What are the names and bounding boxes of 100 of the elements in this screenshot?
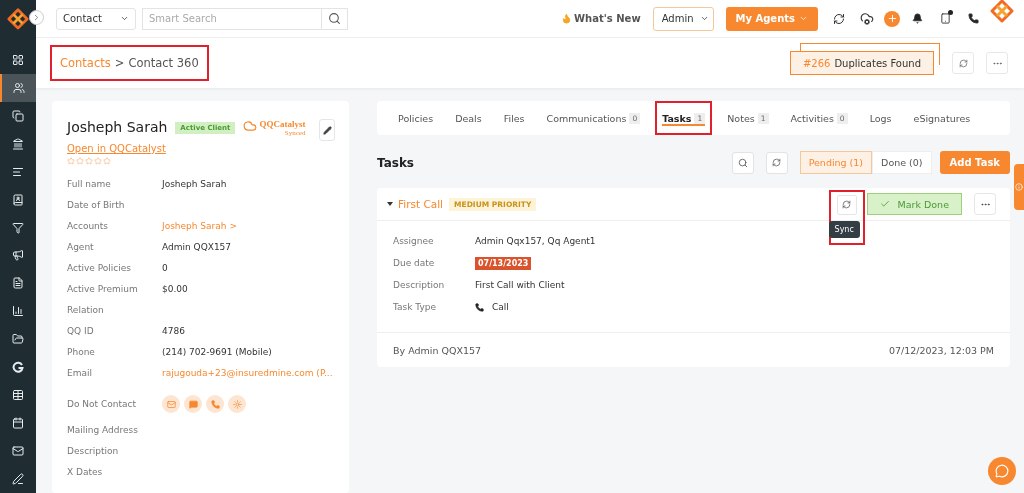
- tab[interactable]: Files: [496, 101, 532, 135]
- sync-brand: QQCatalyst: [259, 119, 306, 129]
- chat-icon: [995, 464, 1009, 478]
- caret-icon[interactable]: [387, 201, 393, 207]
- field-label: Email: [67, 367, 93, 378]
- document-icon: [12, 277, 24, 290]
- field-value: $0.00: [162, 283, 188, 294]
- pen-icon: [12, 473, 24, 485]
- filter-toggle[interactable]: Done (0): [872, 151, 932, 174]
- megaphone-icon: [12, 249, 24, 262]
- phone-icon: [210, 399, 220, 409]
- field-label: Accounts: [67, 220, 110, 231]
- contact-name: Josheph Sarah: [67, 119, 168, 135]
- search-icon: [328, 12, 341, 25]
- current-page: Contact 360: [128, 56, 199, 70]
- detail-value: Call: [492, 302, 509, 312]
- mail-icon: [12, 445, 24, 458]
- folder-icon: [12, 333, 24, 346]
- field-value: 4786: [162, 325, 185, 336]
- calendar-icon: [12, 417, 24, 430]
- tooltip: Sync: [828, 220, 860, 238]
- add-button[interactable]: [884, 10, 900, 27]
- due-date-tag: 07/13/2023: [475, 256, 532, 270]
- field-value: (214) 702-9691 (Mobile): [162, 346, 272, 357]
- pencil-icon: [322, 125, 332, 135]
- chevron-right-icon: [32, 13, 41, 22]
- search-button[interactable]: [322, 7, 348, 30]
- bell-icon[interactable]: [911, 13, 923, 24]
- phone-button[interactable]: [206, 395, 224, 413]
- detail-value: Admin Qqx157, Qq Agent1: [475, 236, 596, 246]
- device-icon[interactable]: [939, 13, 951, 24]
- info-icon: [1015, 183, 1023, 191]
- tab[interactable]: Deals: [448, 101, 489, 135]
- edit-button[interactable]: [319, 119, 335, 141]
- detail-label: Assignee: [393, 236, 435, 246]
- star-icon[interactable]: [85, 157, 93, 165]
- message-button[interactable]: [184, 395, 202, 413]
- chevron-down-icon: [120, 14, 129, 23]
- refresh-icon: [772, 158, 782, 167]
- sync-button[interactable]: [836, 194, 857, 215]
- cloud-icon: [243, 119, 258, 133]
- detail-value: First Call with Client: [475, 280, 565, 290]
- g-letter-icon: [12, 361, 24, 374]
- field-label: Description: [67, 445, 120, 456]
- detail-label: Due date: [393, 258, 436, 268]
- phone-icon[interactable]: [967, 13, 979, 24]
- sidebar-item[interactable]: [0, 73, 36, 102]
- chat-button[interactable]: [988, 457, 1016, 485]
- star-icon[interactable]: [103, 157, 111, 165]
- star-icon[interactable]: [67, 157, 75, 165]
- phone-icon: [475, 302, 484, 312]
- refresh-icon: [842, 200, 852, 209]
- field-label: Active Premium: [67, 283, 139, 294]
- field-label: X Dates: [67, 466, 104, 477]
- refresh-icon: [958, 58, 968, 68]
- whats-new-link[interactable]: What's New: [561, 13, 641, 24]
- notification-dot: [948, 9, 953, 15]
- breadcrumb-separator: >: [114, 56, 125, 70]
- field-label: Phone: [67, 346, 96, 357]
- field-label: Date of Birth: [67, 199, 126, 210]
- star-icon[interactable]: [76, 157, 84, 165]
- role-select[interactable]: Admin: [652, 6, 714, 31]
- field-label: Full name: [67, 178, 112, 189]
- refresh-button[interactable]: [765, 151, 788, 174]
- duplicates-button[interactable]: #266 Duplicates Found: [789, 51, 934, 75]
- tab[interactable]: Logs: [862, 101, 899, 135]
- detail-label: Description: [393, 280, 446, 290]
- author-text: By Admin QQX157: [393, 344, 482, 356]
- field-label: Mailing Address: [67, 424, 139, 435]
- contact-book-icon: [12, 193, 24, 206]
- plus-icon: [886, 13, 898, 24]
- list-icon: [12, 165, 24, 178]
- dashboard-icon: [12, 53, 24, 66]
- module-select[interactable]: Contact: [56, 7, 136, 30]
- table-icon: [12, 389, 24, 402]
- field-value: 0: [162, 262, 168, 273]
- chevron-down-icon: [799, 14, 808, 23]
- tab[interactable]: eSignatures: [906, 101, 978, 135]
- refresh-icon[interactable]: [833, 12, 845, 25]
- logo-icon[interactable]: [7, 8, 29, 30]
- field-label: Agent: [67, 241, 95, 252]
- chevron-down-icon: [699, 14, 709, 23]
- avatar-logo-icon[interactable]: [990, 0, 1014, 23]
- sun-icon: [232, 399, 242, 409]
- mail-icon: [166, 399, 176, 409]
- search-field[interactable]: Smart Search: [142, 7, 322, 30]
- section-title: Tasks: [377, 155, 415, 170]
- bar-chart-icon: [12, 305, 24, 318]
- timestamp: 07/12/2023, 12:03 PM: [888, 344, 994, 356]
- message-icon: [188, 399, 198, 409]
- bank-icon: [12, 137, 24, 150]
- field-value: Josheph Sarah: [162, 178, 227, 189]
- star-icon[interactable]: [94, 157, 102, 165]
- search-button[interactable]: [731, 151, 754, 174]
- field-value: Admin QQX157: [162, 241, 232, 252]
- check-icon: [879, 199, 890, 209]
- detail-label: Task Type: [393, 302, 437, 312]
- tab[interactable]: Policies: [391, 101, 441, 135]
- cloud-icon[interactable]: [860, 11, 874, 26]
- users-icon: [13, 81, 25, 94]
